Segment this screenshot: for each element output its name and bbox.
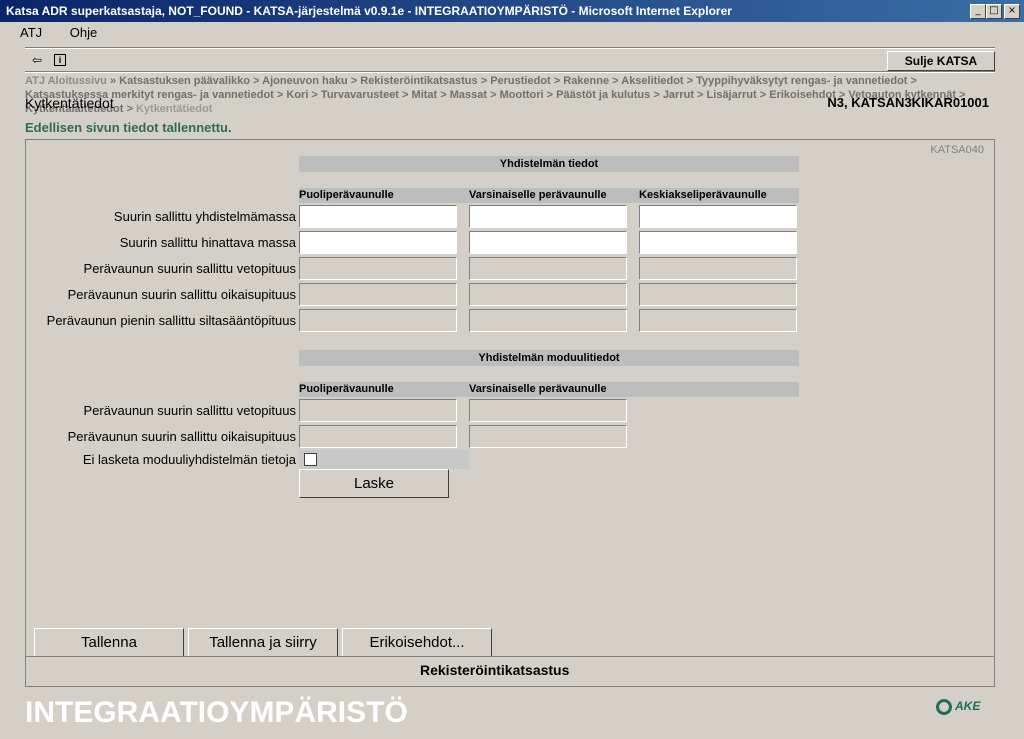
no-module-calc-checkbox[interactable] <box>304 453 317 466</box>
breadcrumb-item[interactable]: Ajoneuvon haku <box>262 75 348 87</box>
combination-row-label: Suurin sallittu hinattava massa <box>119 235 296 250</box>
module-row-label: Perävaunun suurin sallittu oikaisupituus <box>67 429 296 444</box>
combination-field <box>469 257 627 280</box>
calculate-button[interactable]: Laske <box>299 469 449 498</box>
col-semitrailer: Puoliperävaunulle <box>299 383 394 395</box>
col-semitrailer: Puoliperävaunulle <box>299 189 394 201</box>
breadcrumb-item[interactable]: Jarrut <box>663 89 694 101</box>
breadcrumb-item[interactable]: Tyyppihyväksytyt rengas- ja vannetiedot <box>696 75 907 87</box>
combination-row-label: Perävaunun pienin sallittu siltasääntöpi… <box>46 313 296 328</box>
combination-field[interactable] <box>469 231 627 254</box>
ake-logo: AKE <box>936 699 980 715</box>
combination-row-label: Suurin sallittu yhdistelmämassa <box>113 209 296 224</box>
combination-field <box>299 283 457 306</box>
saved-message: Edellisen sivun tiedot tallennettu. <box>25 120 232 135</box>
breadcrumb-item[interactable]: ATJ Aloitussivu <box>25 75 107 87</box>
window-title: Katsa ADR superkatsastaja, NOT_FOUND - K… <box>6 4 732 18</box>
combination-field[interactable] <box>299 231 457 254</box>
breadcrumb-item[interactable]: Moottori <box>500 89 544 101</box>
page-title: Kytkentätiedot <box>25 95 114 111</box>
combination-field <box>299 309 457 332</box>
menu-ohje[interactable]: Ohje <box>70 25 97 40</box>
combination-field <box>639 283 797 306</box>
environment-label: INTEGRAATIOYMPÄRISTÖ <box>25 696 408 729</box>
toolbar-divider <box>25 71 995 73</box>
breadcrumb-item[interactable]: Turvavarusteet <box>321 89 399 101</box>
module-field <box>469 425 627 448</box>
breadcrumb-item[interactable]: Katsastuksen päävalikko <box>119 75 250 87</box>
footer-divider <box>25 656 995 657</box>
vehicle-identifier: N3, KATSAN3KIKAR01001 <box>827 95 989 110</box>
ake-logo-icon <box>936 699 952 715</box>
combination-field[interactable] <box>469 205 627 228</box>
breadcrumb-item[interactable]: Lisäjarrut <box>707 89 757 101</box>
col-fulltrailer: Varsinaiselle perävaunulle <box>469 383 607 395</box>
menu-divider <box>25 47 995 49</box>
combination-header: Yhdistelmän tiedot <box>299 156 799 172</box>
checkbox-cell <box>299 450 469 469</box>
col-fulltrailer: Varsinaiselle perävaunulle <box>469 189 607 201</box>
combination-column-headers: Puoliperävaunulle Varsinaiselle perävaun… <box>299 188 799 203</box>
col-centreaxle: Keskiakseliperävaunulle <box>639 189 767 201</box>
module-header: Yhdistelmän moduulitiedot <box>299 350 799 366</box>
breadcrumb-item[interactable]: Perustiedot <box>490 75 551 87</box>
combination-field <box>639 309 797 332</box>
module-field <box>299 399 457 422</box>
combination-field[interactable] <box>639 205 797 228</box>
minimize-button[interactable]: _ <box>970 4 986 19</box>
breadcrumb-item[interactable]: Rakenne <box>563 75 609 87</box>
combination-row-label: Perävaunun suurin sallittu oikaisupituus <box>67 287 296 302</box>
screen-code: KATSA040 <box>930 144 984 156</box>
breadcrumb-item[interactable]: Massat <box>450 89 487 101</box>
breadcrumb-item[interactable]: Kori <box>286 89 308 101</box>
combination-field <box>469 309 627 332</box>
breadcrumb-current: Kytkentätiedot <box>135 103 213 115</box>
combination-row-label: Perävaunun suurin sallittu vetopituus <box>83 261 296 276</box>
menu-atj[interactable]: ATJ <box>20 25 42 40</box>
back-icon[interactable]: ⇦ <box>30 53 44 67</box>
combination-field <box>639 257 797 280</box>
ake-logo-text: AKE <box>955 699 981 714</box>
maximize-button[interactable]: □ <box>986 4 1002 19</box>
combination-field <box>299 257 457 280</box>
close-katsa-button[interactable]: Sulje KATSA <box>887 51 995 71</box>
breadcrumb-item[interactable]: Rekisteröintikatsastus <box>360 75 477 87</box>
save-button[interactable]: Tallenna <box>34 628 184 657</box>
window-titlebar: Katsa ADR superkatsastaja, NOT_FOUND - K… <box>0 0 1024 22</box>
no-module-calc-label: Ei lasketa moduuliyhdistelmän tietoja <box>82 452 296 467</box>
module-field <box>299 425 457 448</box>
breadcrumb-item[interactable]: Päästöt ja kulutus <box>556 89 650 101</box>
form-panel: KATSA040 Yhdistelmän tiedot Puoliperävau… <box>25 139 995 687</box>
breadcrumb-item[interactable]: Akselitiedot <box>621 75 683 87</box>
breadcrumb-item[interactable]: Mitat <box>412 89 438 101</box>
combination-field[interactable] <box>299 205 457 228</box>
save-and-go-button[interactable]: Tallenna ja siirry <box>188 628 338 657</box>
combination-field <box>469 283 627 306</box>
special-conditions-button[interactable]: Erikoisehdot... <box>342 628 492 657</box>
close-window-button[interactable]: × <box>1004 4 1020 19</box>
info-icon[interactable]: i <box>54 54 66 66</box>
module-field <box>469 399 627 422</box>
combination-field[interactable] <box>639 231 797 254</box>
menu-bar: ATJ Ohje <box>20 25 121 40</box>
footer-section: Rekisteröintikatsastus <box>420 662 570 678</box>
module-column-headers: Puoliperävaunulle Varsinaiselle perävaun… <box>299 382 799 397</box>
module-row-label: Perävaunun suurin sallittu vetopituus <box>83 403 296 418</box>
breadcrumb-item[interactable]: Erikoisehdot <box>769 89 836 101</box>
